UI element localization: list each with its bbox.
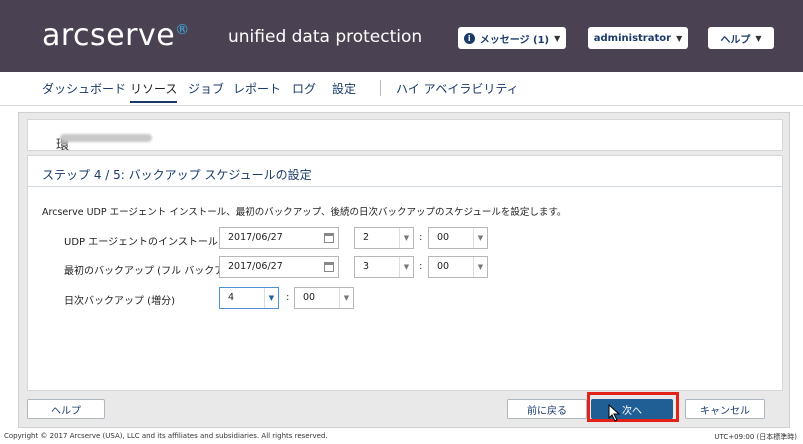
daily-backup-label: 日次バックアップ (増分): [64, 296, 175, 307]
agent-install-minute-select[interactable]: 00 ▼: [428, 227, 488, 249]
cancel-button[interactable]: キャンセル: [685, 399, 765, 419]
divider: [28, 186, 782, 187]
chevron-down-icon[interactable]: ▼: [473, 257, 487, 277]
first-backup-date-field[interactable]: 2017/06/27: [219, 256, 339, 278]
main-nav: ダッシュボード リソース ジョブ レポート ログ 設定 ハイ アベイラビリティ: [0, 72, 803, 106]
wizard-title-bar: 環境設定ウィザード > プラン :: [27, 119, 783, 392]
arcserve-logo: arcserve®: [42, 18, 190, 53]
info-icon: i: [463, 32, 475, 44]
user-label: administrator: [593, 32, 672, 44]
step-title: ステップ 4 / 5: バックアップ スケジュールの設定: [42, 168, 312, 182]
agent-install-hour-select[interactable]: 2 ▼: [354, 227, 414, 249]
help-button[interactable]: ヘルプ: [27, 399, 105, 419]
chevron-down-icon[interactable]: ▼: [399, 257, 413, 277]
first-backup-minute-select[interactable]: 00 ▼: [428, 256, 488, 278]
agent-install-date-field[interactable]: 2017/06/27: [219, 227, 339, 249]
calendar-icon[interactable]: [324, 262, 334, 272]
first-backup-hour-select[interactable]: 3 ▼: [354, 256, 414, 278]
wizard-dialog: 環境設定ウィザード > プラン : ステップ 4 / 5: バックアップ スケジ…: [18, 112, 790, 428]
timezone-text: UTC+09:00 (日本標準時): [714, 433, 797, 441]
time-separator: :: [419, 261, 423, 272]
highlight-box: [587, 392, 679, 422]
tab-resources[interactable]: リソース: [130, 80, 178, 103]
tab-logs[interactable]: ログ: [292, 80, 316, 97]
user-menu-button[interactable]: administrator ▼: [588, 27, 688, 49]
daily-backup-minute-select[interactable]: 00 ▼: [294, 287, 354, 309]
chevron-down-icon[interactable]: ▼: [399, 228, 413, 248]
messages-label: メッセージ (1): [479, 34, 550, 46]
calendar-icon[interactable]: [324, 233, 334, 243]
nav-divider: [380, 80, 381, 96]
back-button[interactable]: 前に戻る: [507, 399, 587, 419]
chevron-down-icon: ▼: [554, 33, 561, 43]
chevron-down-icon[interactable]: ▼: [264, 288, 278, 308]
product-name: unified data protection: [228, 27, 423, 47]
app-header: arcserve® unified data protection i メッセー…: [0, 0, 803, 72]
tab-reports[interactable]: レポート: [233, 80, 281, 97]
chevron-down-icon[interactable]: ▼: [473, 228, 487, 248]
redacted-plan-name: [60, 134, 152, 142]
step-description: Arcserve UDP エージェント インストール、最初のバックアップ、後続の…: [42, 207, 567, 218]
tab-dashboard[interactable]: ダッシュボード: [42, 80, 126, 97]
daily-backup-hour-select[interactable]: 4 ▼: [219, 287, 279, 309]
help-label: ヘルプ: [720, 34, 751, 46]
tab-jobs[interactable]: ジョブ: [188, 80, 224, 97]
time-separator: :: [286, 292, 290, 303]
chevron-down-icon: ▼: [676, 33, 683, 43]
step-panel: ステップ 4 / 5: バックアップ スケジュールの設定 Arcserve UD…: [27, 155, 783, 391]
mouse-pointer-icon: [608, 404, 621, 422]
chevron-down-icon[interactable]: ▼: [339, 288, 353, 308]
copyright-text: Copyright © 2017 Arcserve (USA), LLC and…: [4, 432, 328, 440]
tab-high-availability[interactable]: ハイ アベイラビリティ: [396, 80, 519, 97]
time-separator: :: [419, 232, 423, 243]
tab-settings[interactable]: 設定: [332, 80, 356, 97]
chevron-down-icon: ▼: [755, 33, 762, 43]
messages-button[interactable]: i メッセージ (1) ▼: [458, 27, 566, 49]
help-menu-button[interactable]: ヘルプ ▼: [708, 27, 774, 49]
agent-install-label: UDP エージェントのインストール: [64, 237, 218, 248]
